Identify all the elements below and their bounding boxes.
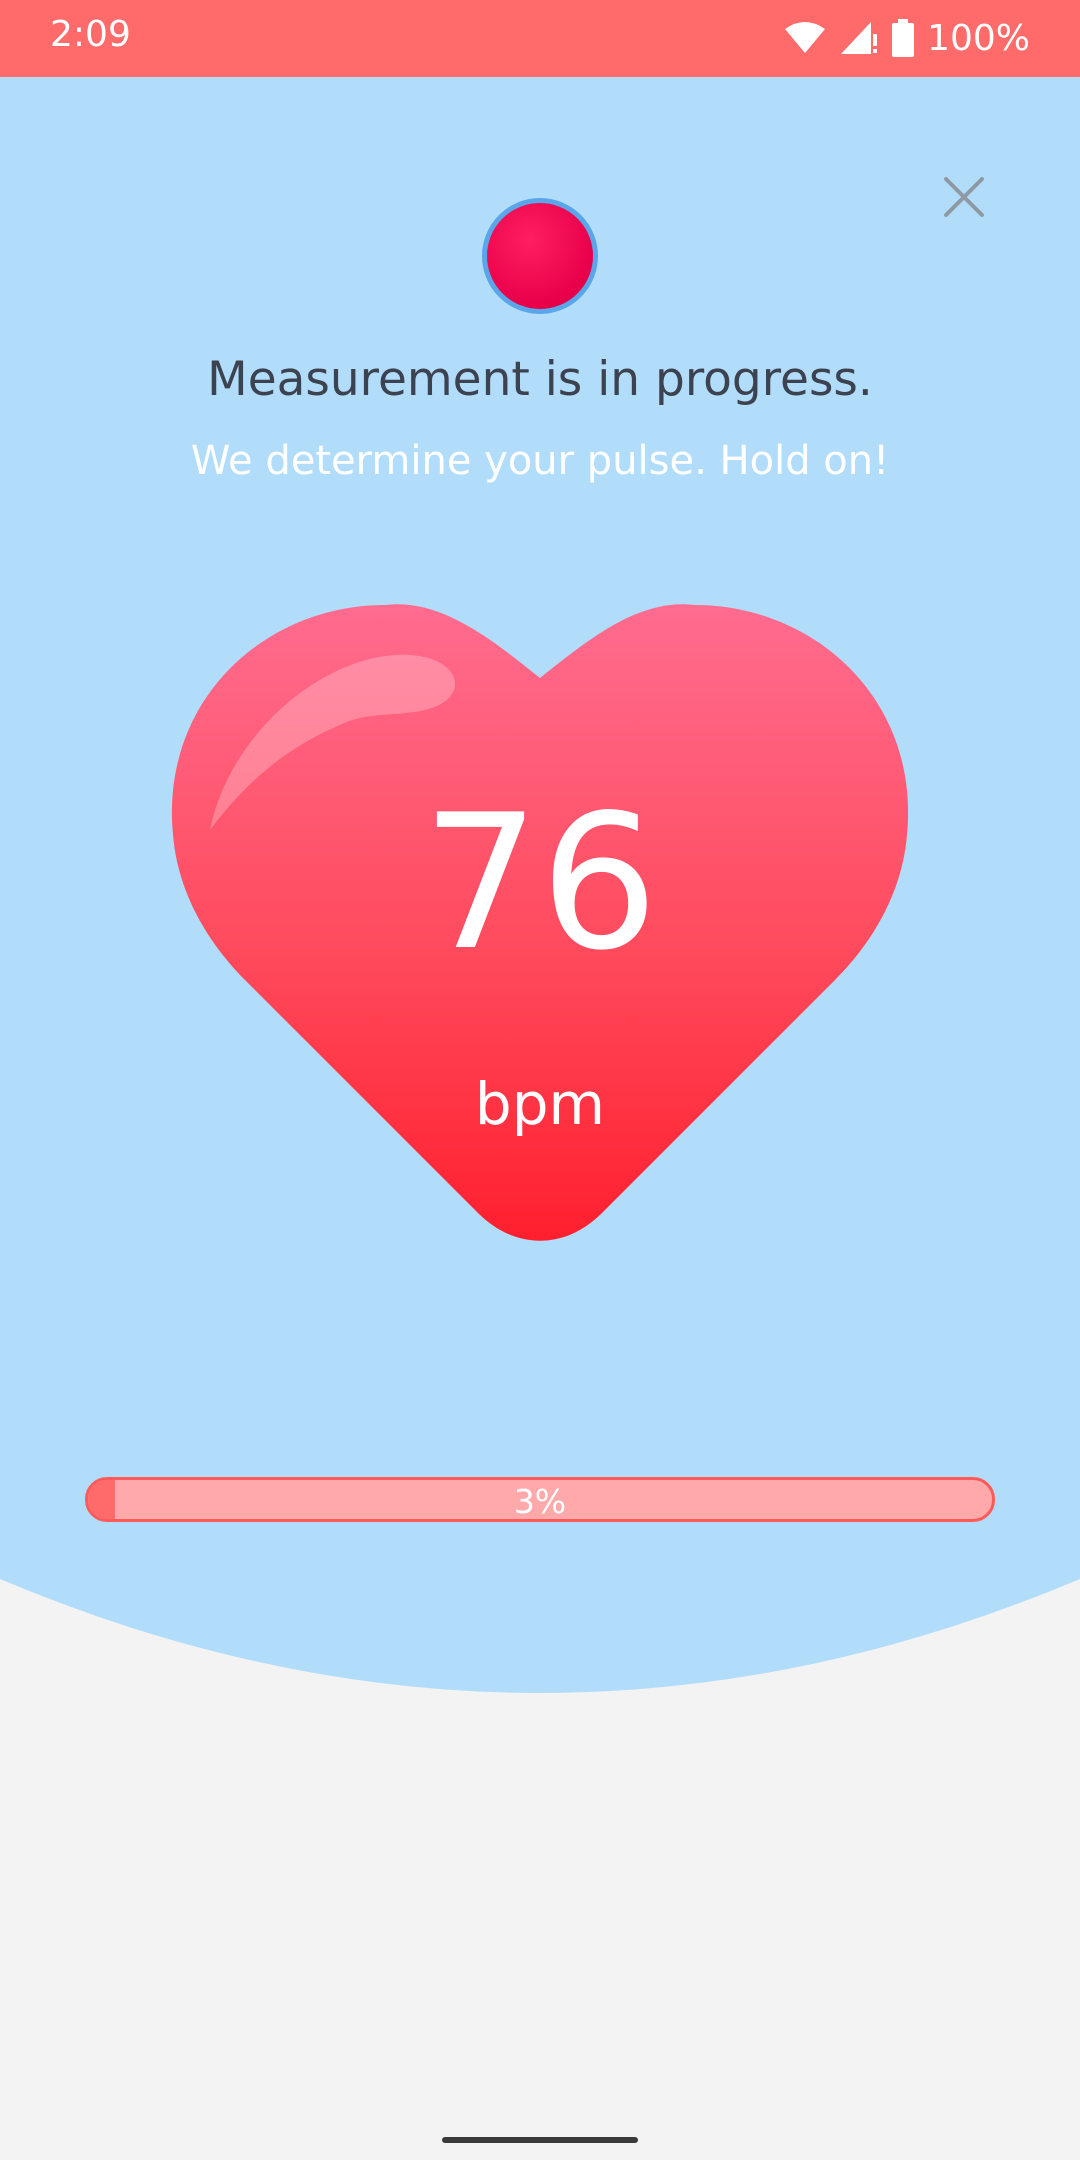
measurement-subtitle: We determine your pulse. Hold on! (190, 438, 890, 484)
close-icon (944, 177, 984, 217)
status-time: 2:09 (50, 14, 131, 55)
status-icons: 100% (783, 14, 1030, 62)
battery-percentage: 100% (927, 17, 1030, 59)
progress-label: 3% (513, 1482, 567, 1521)
bpm-value: 76 (421, 774, 659, 991)
measurement-title: Measurement is in progress. (207, 352, 873, 407)
close-button[interactable] (928, 161, 1000, 233)
battery-icon (892, 19, 915, 57)
record-dot-icon (482, 198, 598, 314)
cell-signal-icon (841, 22, 878, 54)
navigation-handle[interactable] (442, 2137, 638, 2143)
bpm-unit: bpm (474, 1070, 606, 1138)
status-bar: 2:09 100% (0, 0, 1080, 77)
wifi-icon (785, 22, 826, 53)
progress-bar: 3% (85, 1477, 995, 1522)
